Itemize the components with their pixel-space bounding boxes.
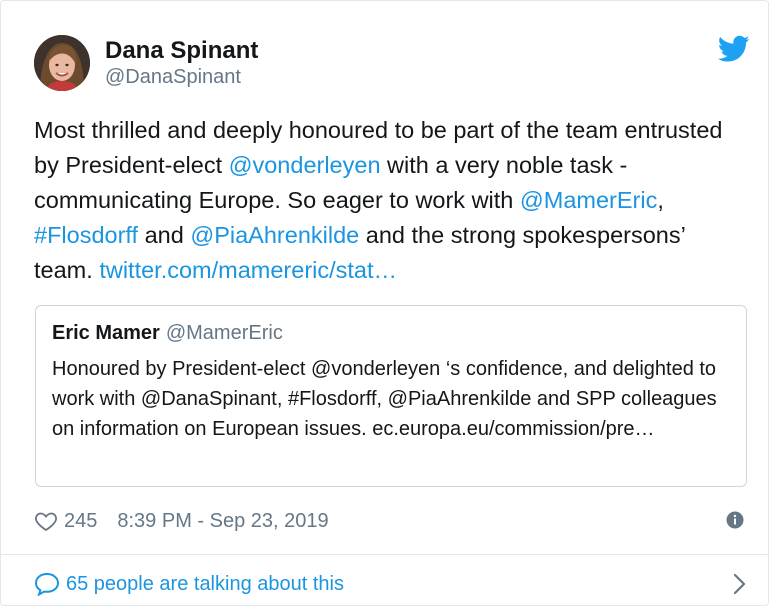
quoted-author-name: Eric Mamer: [52, 322, 160, 344]
avatar[interactable]: [34, 35, 90, 91]
chevron-right-icon[interactable]: [732, 573, 746, 595]
tweet-text: Most thrilled and deeply honoured to be …: [34, 113, 744, 288]
tweet-timestamp[interactable]: 8:39 PM - Sep 23, 2019: [117, 510, 328, 533]
tweet-text-segment: ,: [657, 187, 664, 213]
like-count[interactable]: 245: [64, 510, 97, 533]
author-name[interactable]: Dana Spinant: [105, 37, 258, 65]
conversation-count-text[interactable]: 65 people are talking about this: [66, 573, 344, 596]
author-handle[interactable]: @DanaSpinant: [105, 66, 241, 89]
info-icon[interactable]: [726, 511, 744, 529]
quoted-author-handle: @MamerEric: [165, 322, 283, 344]
speech-bubble-icon: [34, 572, 60, 596]
hashtag-flosdorff-link[interactable]: #Flosdorff: [34, 222, 138, 248]
quoted-tweet-header: Eric Mamer @MamerEric: [52, 322, 283, 345]
tweet-meta: 245 8:39 PM - Sep 23, 2019: [34, 507, 329, 535]
twitter-bird-icon[interactable]: [718, 35, 750, 63]
quoted-tweet[interactable]: Eric Mamer @MamerEric Honoured by Preside…: [35, 305, 747, 487]
heart-icon[interactable]: [34, 509, 58, 533]
quoted-tweet-text: Honoured by President-elect @vonderleyen…: [52, 358, 717, 440]
mention-piaahrenkilde-link[interactable]: @PiaAhrenkilde: [190, 222, 359, 248]
mention-mamereric-link[interactable]: @MamerEric: [520, 187, 657, 213]
tweet-url-link[interactable]: twitter.com/mamereric/stat…: [99, 257, 397, 283]
divider: [1, 554, 768, 555]
avatar-image: [34, 35, 90, 91]
embedded-tweet-card: Dana Spinant @DanaSpinant Most thrilled …: [0, 0, 769, 606]
tweet-text-segment: and: [138, 222, 191, 248]
conversation-link[interactable]: 65 people are talking about this: [34, 569, 746, 599]
mention-vonderleyen-link[interactable]: @vonderleyen: [229, 152, 381, 178]
